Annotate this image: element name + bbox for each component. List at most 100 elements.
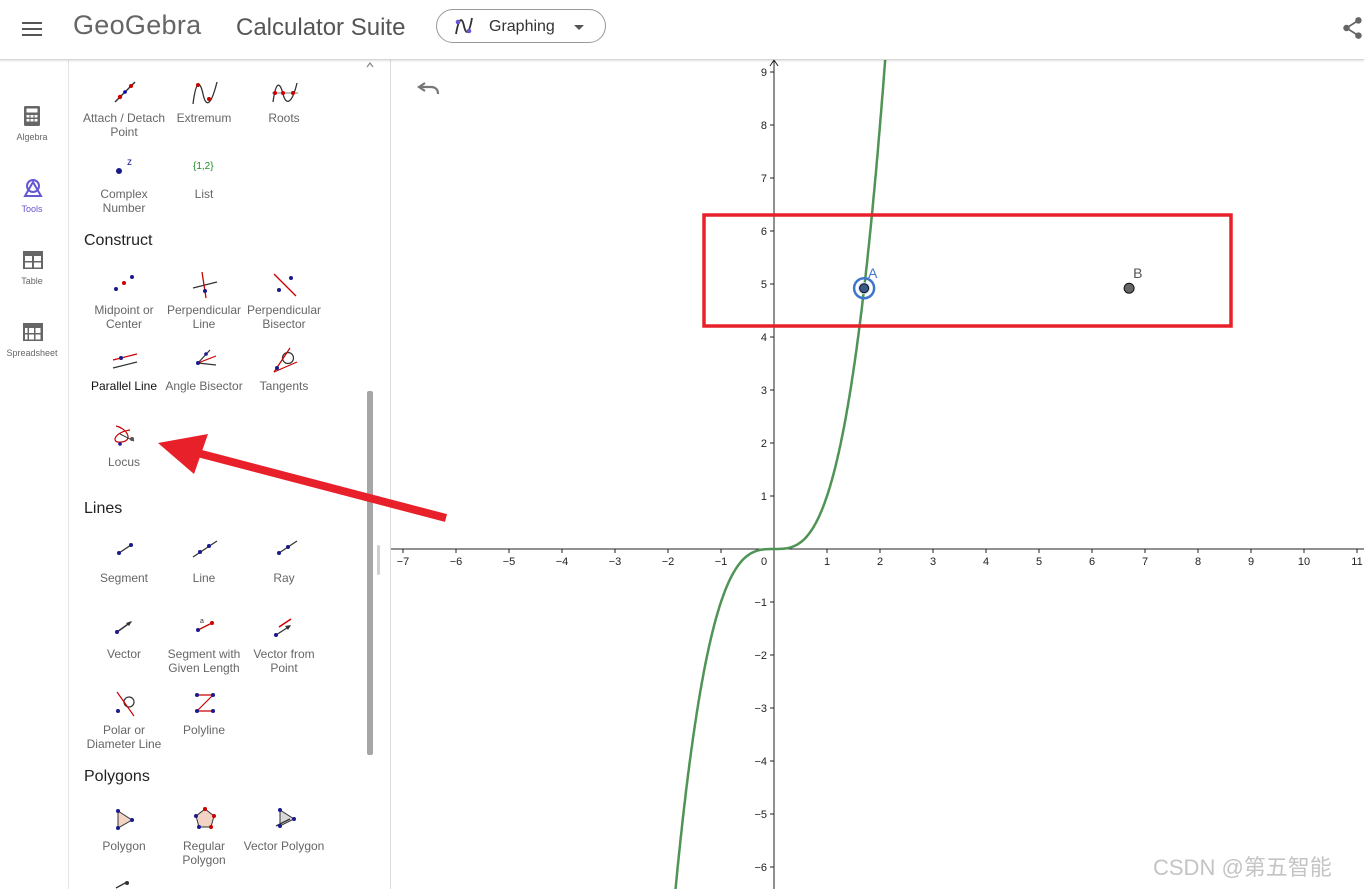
tool-polar-diameter-line[interactable]: Polar or Diameter Line	[84, 690, 164, 756]
x-tick-label: 7	[1142, 556, 1148, 568]
tools-panel: Attach / Detach Point Extremum Roots z C…	[69, 60, 391, 889]
table-icon	[23, 251, 43, 269]
brand-name: GeoGebra	[73, 10, 202, 40]
polygon-icon	[116, 809, 134, 830]
app-selector-dropdown[interactable]: Graphing	[436, 9, 606, 43]
tool-list[interactable]: {1,2} List	[164, 154, 244, 220]
tool-polygon[interactable]: Polygon	[84, 806, 164, 872]
tool-segment-given-length[interactable]: a Segment with Given Length	[164, 614, 244, 680]
tool-label: Vector from Point	[253, 647, 315, 675]
partial-tool-icon	[115, 881, 129, 889]
graph-canvas[interactable]: −7 −6 −5 −4 −3 −2 −1 0 1 2 3 4 5 6 7 8 9 10 11 9 8 7 6 5 4 3 2 1 −1 −…	[391, 60, 1364, 889]
tool-extremum[interactable]: Extremum	[164, 78, 244, 144]
regular-polygon-icon	[194, 807, 216, 829]
tool-perpendicular-bisector[interactable]: Perpendicular Bisector	[244, 270, 324, 336]
x-tick-label: 2	[877, 556, 883, 568]
rail-item-algebra[interactable]: Algebra	[0, 96, 64, 156]
tool-locus[interactable]: Locus	[84, 422, 164, 488]
tool-angle-bisector[interactable]: Angle Bisector	[164, 346, 244, 412]
tool-perpendicular-line[interactable]: Perpendicular Line	[164, 270, 244, 336]
tool-label: Ray	[273, 571, 295, 585]
tool-label: Regular Polygon	[182, 839, 226, 867]
vector-polygon-icon	[275, 808, 296, 828]
tool-ray[interactable]: Ray	[244, 538, 324, 604]
segment-length-icon-text: a	[200, 618, 204, 625]
tool-label: Polygon	[102, 839, 146, 853]
tool-line[interactable]: Line	[164, 538, 244, 604]
tool-regular-polygon[interactable]: Regular Polygon	[164, 806, 244, 872]
x-tick-label: 4	[983, 556, 989, 568]
ray-icon	[277, 540, 298, 555]
spreadsheet-icon	[23, 323, 43, 341]
x-tick-label: 9	[1248, 556, 1254, 568]
x-tick-label: 3	[930, 556, 936, 568]
rail-item-tools[interactable]: Tools	[0, 168, 64, 228]
view-switcher-rail: Algebra Tools Table Spreadsheet	[0, 60, 69, 889]
tool-vector[interactable]: Vector	[84, 614, 164, 680]
tool-polyline[interactable]: Polyline	[164, 690, 244, 756]
hamburger-menu-icon[interactable]	[20, 17, 44, 41]
list-icon-text: {1,2}	[193, 161, 214, 172]
tool-label: Complex Number	[100, 187, 148, 215]
panel-resize-handle[interactable]	[377, 545, 380, 575]
x-tick-label: 6	[1089, 556, 1095, 568]
extremum-icon	[192, 81, 218, 105]
y-tick-label: −1	[754, 597, 767, 609]
polyline-icon	[195, 693, 215, 713]
point-b	[1123, 282, 1135, 294]
roots-icon	[272, 82, 298, 103]
tool-complex-number[interactable]: z Complex Number	[84, 154, 164, 220]
graphics-view[interactable]: −7 −6 −5 −4 −3 −2 −1 0 1 2 3 4 5 6 7 8 9 10 11 9 8 7 6 5 4 3 2 1 −1 −…	[391, 60, 1364, 889]
rail-label: Table	[21, 276, 43, 286]
complex-number-icon: z	[116, 157, 132, 174]
perpendicular-line-icon	[192, 271, 218, 299]
attach-detach-point-icon	[114, 81, 136, 103]
x-tick-label: −5	[503, 556, 516, 568]
tool-midpoint-or-center[interactable]: Midpoint or Center	[84, 270, 164, 336]
tool-parallel-line[interactable]: Parallel Line	[84, 346, 164, 412]
y-tick-label: 7	[761, 173, 767, 185]
tool-label: Extremum	[176, 111, 232, 125]
tool-label: Parallel Line	[90, 379, 158, 393]
x-tick-label: 5	[1036, 556, 1042, 568]
undo-icon[interactable]	[417, 77, 441, 99]
graphing-app-icon	[455, 17, 473, 35]
angle-bisector-icon	[196, 349, 217, 366]
x-tick-label: −4	[556, 556, 569, 568]
tool-attach-detach-point[interactable]: Attach / Detach Point	[83, 78, 165, 144]
tool-vector-from-point[interactable]: Vector from Point	[244, 614, 324, 680]
segment-icon	[117, 543, 133, 555]
tool-vector-polygon[interactable]: Vector Polygon	[244, 806, 324, 872]
tool-tangents[interactable]: Tangents	[244, 346, 324, 412]
tool-label: Roots	[268, 111, 300, 125]
tool-label: Locus	[107, 455, 141, 469]
x-tick-label: −2	[662, 556, 675, 568]
share-icon[interactable]	[1340, 15, 1364, 41]
x-tick-label: 0	[761, 556, 767, 568]
rail-label: Spreadsheet	[6, 348, 58, 358]
y-tick-label: 3	[761, 385, 767, 397]
perpendicular-bisector-icon	[273, 273, 297, 297]
x-tick-label: 10	[1298, 556, 1310, 568]
rail-item-spreadsheet[interactable]: Spreadsheet	[0, 312, 64, 372]
x-tick-label: −1	[715, 556, 728, 568]
tool-label: Midpoint or Center	[94, 303, 154, 331]
tool-roots[interactable]: Roots	[244, 78, 324, 144]
segment-given-length-icon: a	[196, 618, 214, 632]
vector-from-point-icon	[274, 618, 292, 637]
page-title: Calculator Suite	[236, 14, 406, 41]
x-tick-label: −7	[397, 556, 410, 568]
tool-label: Vector	[106, 647, 142, 661]
point-label-a: A	[868, 265, 878, 281]
y-tick-label: −5	[754, 809, 767, 821]
tools-panel-scrollbar[interactable]	[367, 391, 373, 755]
tool-label: Perpendicular Bisector	[246, 303, 322, 331]
y-tick-label: 9	[761, 67, 767, 79]
scroll-up-arrow-icon[interactable]	[366, 62, 374, 68]
rail-item-table[interactable]: Table	[0, 240, 64, 300]
tool-segment[interactable]: Segment	[84, 538, 164, 604]
calculator-icon	[24, 106, 40, 126]
tool-label: Line	[192, 571, 216, 585]
watermark: CSDN @第五智能	[1153, 855, 1332, 880]
geogebra-logo[interactable]: GeoGebra	[73, 10, 201, 41]
